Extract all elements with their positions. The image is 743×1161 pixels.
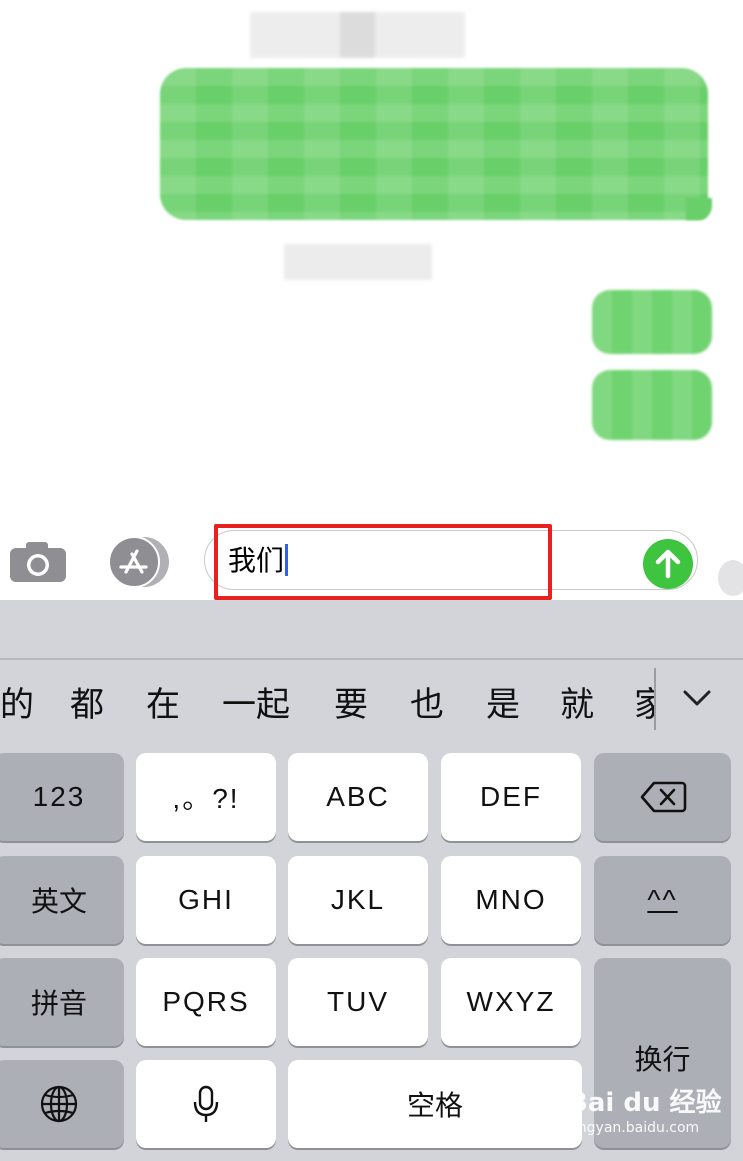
edge-handle	[718, 560, 743, 596]
candidate-item[interactable]: 也	[410, 683, 444, 727]
blurred-timestamp	[250, 12, 465, 58]
wxyz-key[interactable]: WXYZ	[441, 958, 581, 1046]
microphone-icon	[193, 1085, 219, 1122]
globe-icon	[40, 1085, 78, 1123]
emoticon-key[interactable]: ^^	[594, 856, 731, 944]
numbers-key[interactable]: 123	[0, 753, 124, 841]
candidate-item[interactable]: 就	[560, 683, 594, 727]
candidate-item[interactable]: 是	[486, 683, 520, 727]
outgoing-message-bubble[interactable]	[160, 68, 708, 220]
mno-key[interactable]: MNO	[441, 856, 581, 944]
key-label: GHI	[178, 884, 234, 915]
dictation-key[interactable]	[136, 1060, 276, 1148]
watermark-logo: Bai du 经验	[568, 1088, 722, 1118]
outgoing-message-bubble-small[interactable]	[592, 290, 712, 354]
punctuation-key[interactable]: ,。?!	[136, 753, 276, 841]
def-key[interactable]: DEF	[441, 753, 581, 841]
keyboard-bottom-edge	[0, 1153, 743, 1161]
globe-key[interactable]	[0, 1060, 124, 1148]
candidate-item[interactable]: 的	[0, 683, 34, 727]
app-store-icon	[108, 536, 169, 588]
key-label: 拼音	[30, 987, 87, 1020]
key-label: ,。?!	[172, 783, 240, 814]
app-store-button[interactable]	[106, 536, 170, 588]
camera-button[interactable]	[8, 540, 68, 584]
candidate-bar	[0, 660, 743, 752]
ghi-key[interactable]: GHI	[136, 856, 276, 944]
blurred-status	[284, 244, 432, 280]
key-label: DEF	[480, 781, 542, 812]
expand-candidates-button[interactable]	[680, 684, 714, 714]
key-label: ^^	[647, 884, 678, 915]
tuv-key[interactable]: TUV	[288, 958, 428, 1046]
candidate-item[interactable]: 一起	[222, 683, 290, 727]
space-key[interactable]: 空格	[288, 1060, 582, 1148]
jkl-key[interactable]: JKL	[288, 856, 428, 944]
candidate-item[interactable]: 都	[70, 683, 104, 727]
send-button[interactable]	[643, 539, 693, 589]
key-label: 空格	[406, 1089, 463, 1122]
arrow-up-icon	[655, 549, 681, 579]
key-label: JKL	[330, 884, 386, 915]
annotation-highlight	[214, 524, 552, 600]
abc-key[interactable]: ABC	[288, 753, 428, 841]
baidu-jingyan-watermark: Bai du 经验 jingyan.baidu.com	[556, 1072, 736, 1152]
camera-icon	[10, 542, 66, 582]
candidate-item[interactable]: 家	[634, 683, 654, 727]
candidate-item[interactable]: 要	[334, 683, 368, 727]
outgoing-message-bubble-small[interactable]	[592, 370, 712, 440]
key-label: 英文	[30, 885, 87, 918]
pinyin-key[interactable]: 拼音	[0, 958, 124, 1046]
delete-key[interactable]	[594, 753, 731, 841]
english-key[interactable]: 英文	[0, 856, 124, 944]
key-label: PQRS	[162, 986, 250, 1017]
backspace-icon	[640, 781, 686, 813]
key-label: 123	[32, 781, 86, 812]
pqrs-key[interactable]: PQRS	[136, 958, 276, 1046]
candidate-separator	[654, 668, 656, 730]
key-label: ABC	[326, 781, 390, 812]
candidate-item[interactable]: 在	[146, 683, 180, 727]
key-label: WXYZ	[466, 986, 556, 1017]
chevron-down-icon	[683, 690, 711, 706]
watermark-url: jingyan.baidu.com	[570, 1120, 700, 1136]
key-label: TUV	[327, 986, 389, 1017]
keyboard-top-strip	[0, 600, 743, 660]
key-label: MNO	[475, 884, 547, 915]
